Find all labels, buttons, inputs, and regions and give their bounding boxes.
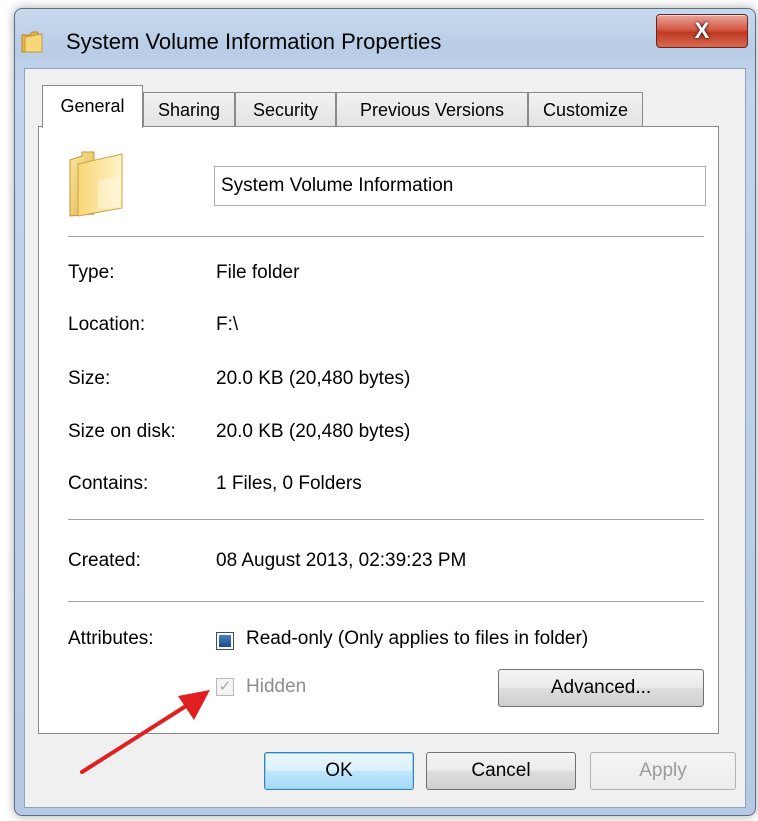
- apply-button[interactable]: Apply: [590, 752, 736, 790]
- cancel-button[interactable]: Cancel: [426, 752, 576, 790]
- attributes-label: Attributes:: [68, 628, 154, 649]
- ok-button[interactable]: OK: [264, 752, 414, 790]
- separator: [68, 519, 704, 520]
- type-label: Type:: [68, 262, 115, 283]
- hidden-label: Hidden: [246, 676, 307, 697]
- window-title: System Volume Information Properties: [66, 29, 442, 54]
- size-value: 20.0 KB (20,480 bytes): [216, 368, 411, 389]
- size-on-disk-value: 20.0 KB (20,480 bytes): [216, 421, 411, 442]
- folder-icon: [69, 151, 123, 217]
- separator: [68, 236, 704, 237]
- created-value: 08 August 2013, 02:39:23 PM: [216, 550, 467, 571]
- size-label: Size:: [68, 368, 111, 389]
- readonly-label: Read-only (Only applies to files in fold…: [246, 628, 589, 649]
- folder-name-input[interactable]: [214, 166, 706, 206]
- location-label: Location:: [68, 314, 146, 335]
- folder-icon: [21, 31, 43, 53]
- readonly-checkbox[interactable]: [216, 632, 234, 650]
- hidden-checkbox[interactable]: ✓: [216, 678, 234, 696]
- contains-value: 1 Files, 0 Folders: [216, 473, 362, 494]
- tab-customize[interactable]: Customize: [528, 92, 643, 126]
- created-label: Created:: [68, 550, 141, 571]
- advanced-button[interactable]: Advanced...: [498, 669, 704, 707]
- tab-security[interactable]: Security: [235, 92, 336, 126]
- separator: [68, 601, 704, 602]
- tab-sharing[interactable]: Sharing: [143, 92, 235, 126]
- tab-general[interactable]: General: [42, 85, 143, 128]
- close-icon: X: [694, 18, 710, 43]
- tab-previous-versions[interactable]: Previous Versions: [336, 92, 528, 126]
- contains-label: Contains:: [68, 473, 149, 494]
- close-button[interactable]: X: [656, 14, 748, 48]
- location-value: F:\: [216, 314, 239, 335]
- size-on-disk-label: Size on disk:: [68, 421, 176, 442]
- type-value: File folder: [216, 262, 300, 283]
